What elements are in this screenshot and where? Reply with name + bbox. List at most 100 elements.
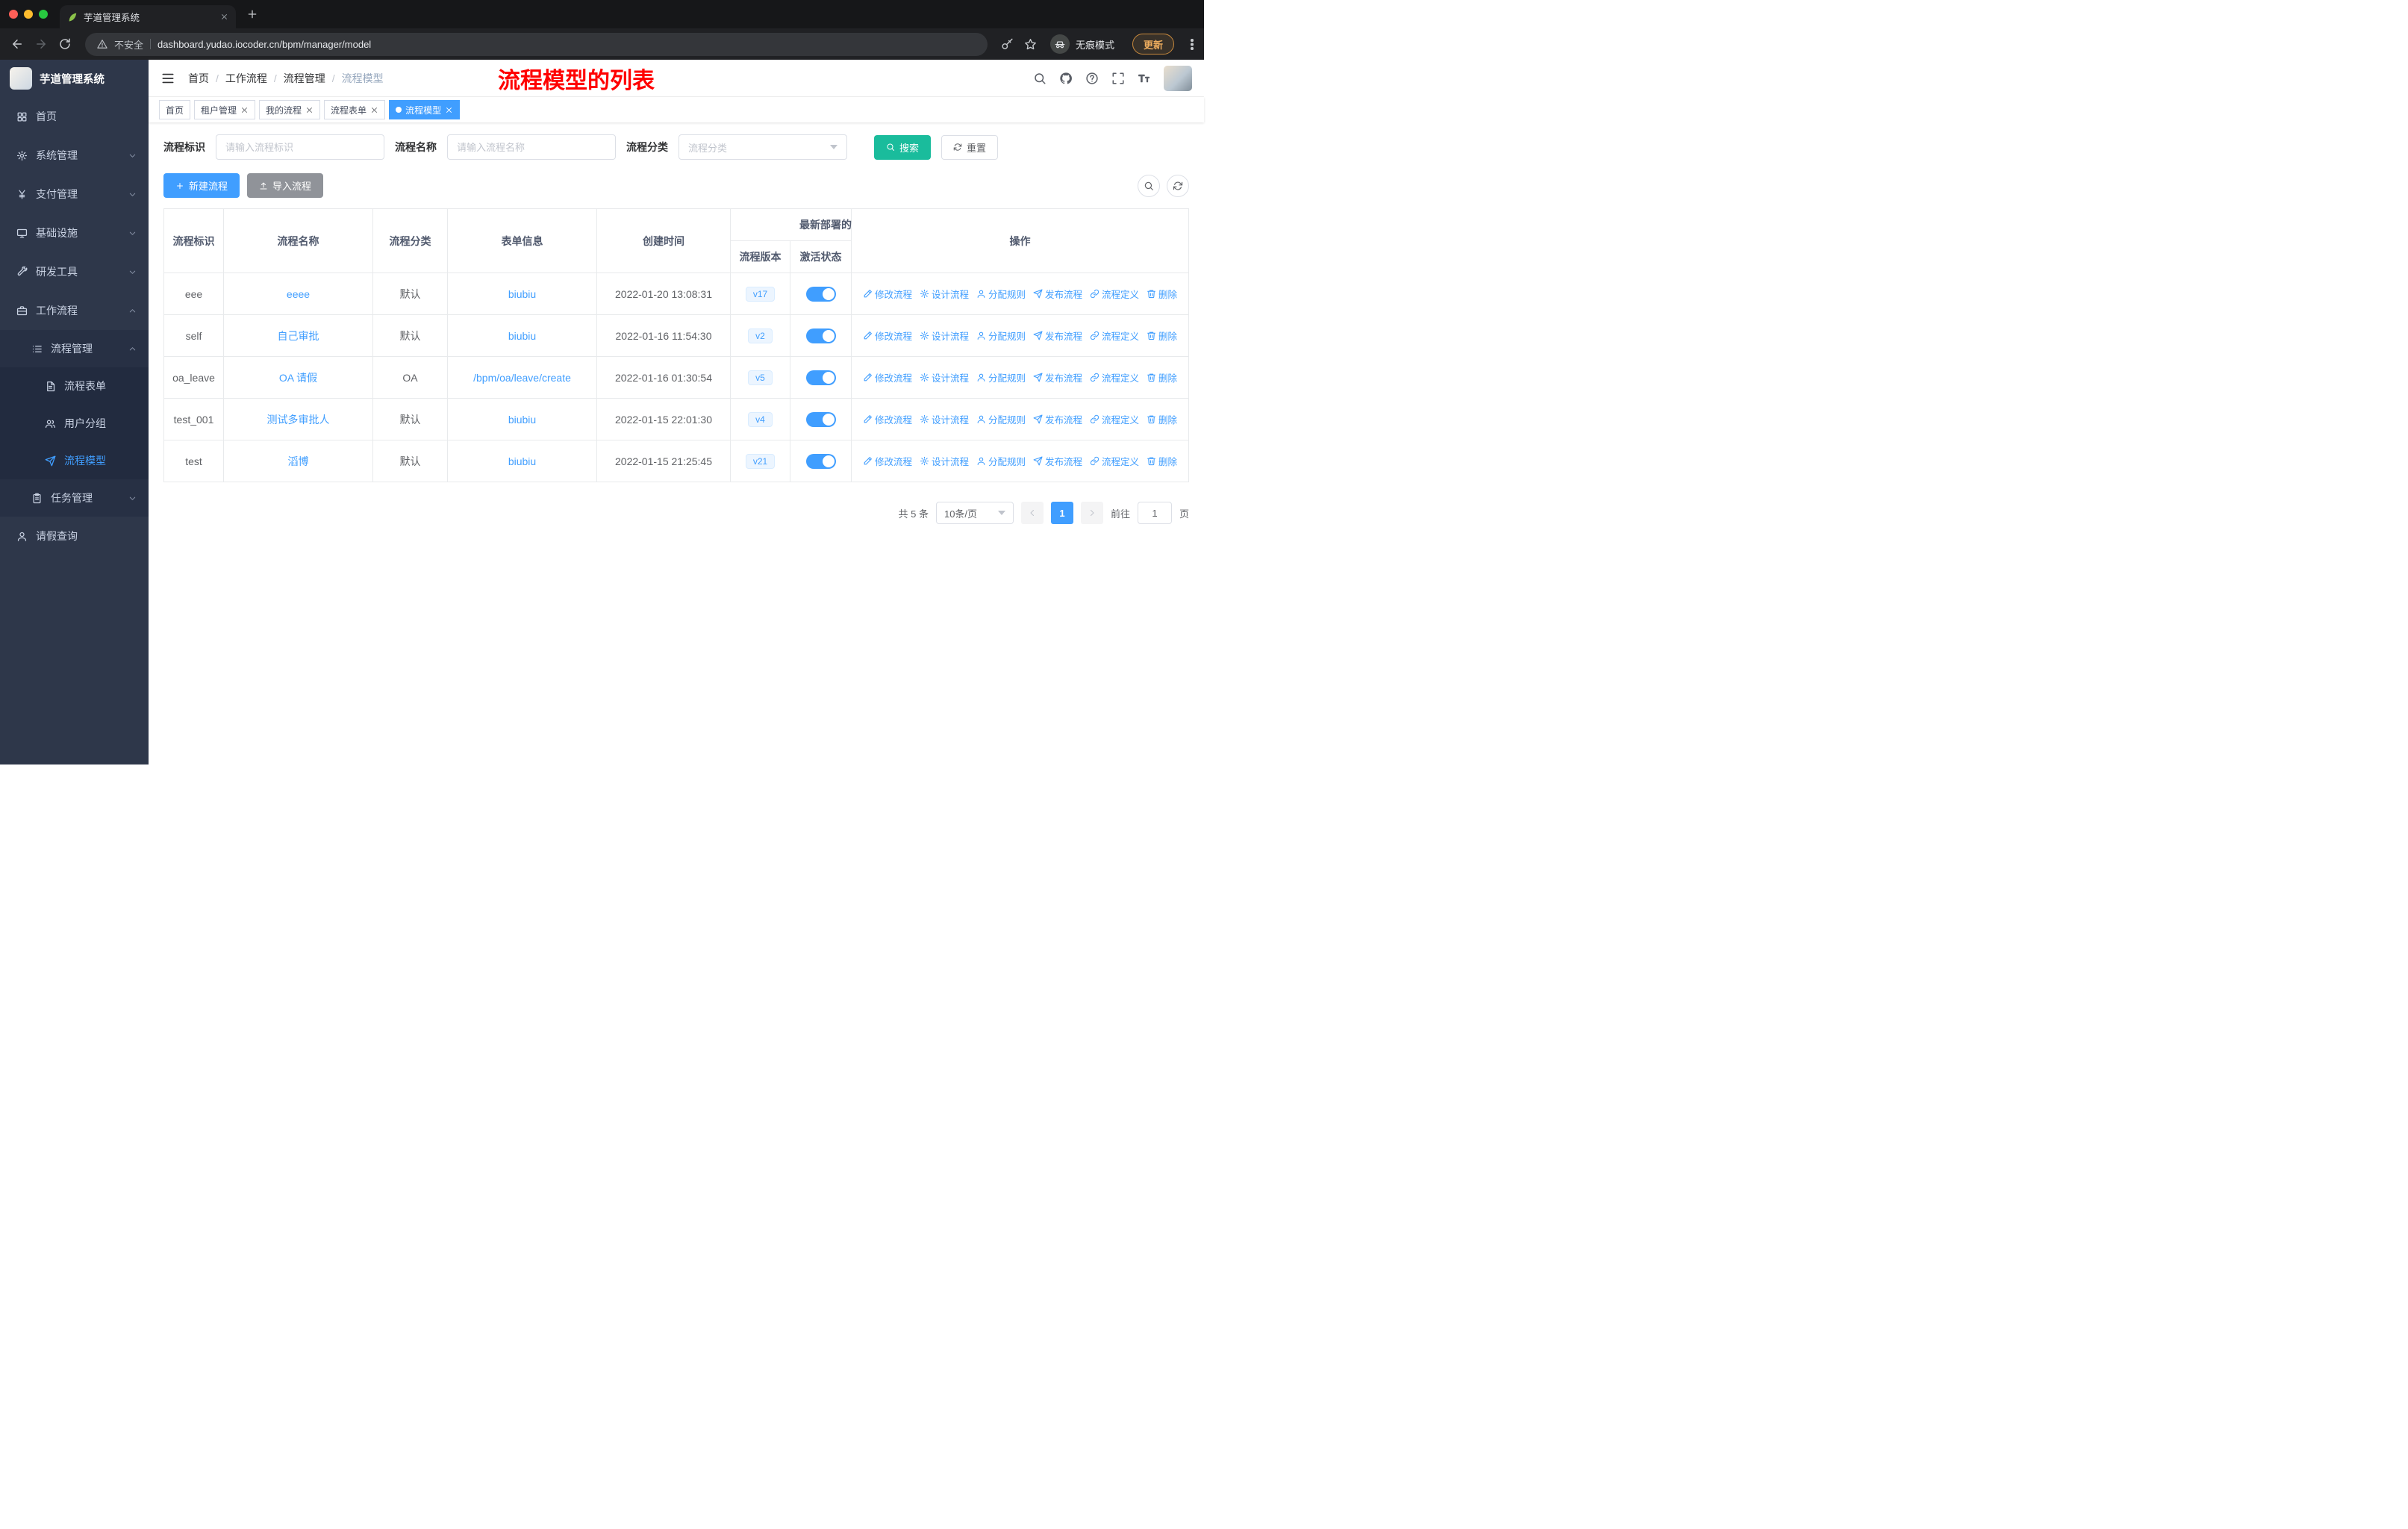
process-name-link[interactable]: eeee (287, 288, 310, 300)
sidebar-item-system[interactable]: 系统管理 (0, 136, 149, 175)
sidebar-item-process-form[interactable]: 流程表单 (0, 367, 149, 405)
action-delete[interactable]: 删除 (1147, 370, 1177, 384)
tag-home[interactable]: 首页 (159, 100, 191, 119)
create-process-button[interactable]: 新建流程 (163, 173, 240, 198)
github-icon[interactable] (1059, 72, 1073, 85)
action-assign-rule[interactable]: 分配规则 (976, 454, 1026, 468)
search-button[interactable]: 搜索 (874, 134, 932, 160)
page-1-button[interactable]: 1 (1050, 502, 1073, 524)
reload-icon[interactable] (58, 37, 72, 51)
sidebar-collapse-icon[interactable] (160, 71, 175, 86)
form-info-link[interactable]: /bpm/oa/leave/create (473, 372, 571, 384)
category-select[interactable]: 流程分类 (679, 134, 847, 160)
form-info-link[interactable]: biubiu (508, 455, 536, 467)
next-page-button[interactable] (1080, 502, 1103, 524)
tag-tenant[interactable]: 租户管理 (194, 100, 256, 119)
sidebar-item-process-mgmt[interactable]: 流程管理 (0, 330, 149, 367)
action-edit-process[interactable]: 修改流程 (863, 328, 912, 343)
action-design-process[interactable]: 设计流程 (920, 287, 969, 301)
window-minimize-button[interactable] (24, 10, 33, 19)
action-edit-process[interactable]: 修改流程 (863, 287, 912, 301)
sidebar-item-task-mgmt[interactable]: 任务管理 (0, 479, 149, 517)
action-edit-process[interactable]: 修改流程 (863, 370, 912, 384)
tag-my-process[interactable]: 我的流程 (259, 100, 321, 119)
action-publish-process[interactable]: 发布流程 (1033, 328, 1082, 343)
fullscreen-icon[interactable] (1111, 72, 1125, 85)
action-assign-rule[interactable]: 分配规则 (976, 412, 1026, 426)
close-icon[interactable] (305, 106, 314, 114)
action-design-process[interactable]: 设计流程 (920, 370, 969, 384)
tag-process-form[interactable]: 流程表单 (324, 100, 386, 119)
back-icon[interactable] (10, 37, 24, 51)
version-badge[interactable]: v2 (748, 328, 773, 343)
action-process-definition[interactable]: 流程定义 (1090, 328, 1139, 343)
action-design-process[interactable]: 设计流程 (920, 454, 969, 468)
form-info-link[interactable]: biubiu (508, 330, 536, 342)
process-name-link[interactable]: 测试多审批人 (267, 414, 330, 426)
tag-process-model[interactable]: 流程模型 (389, 100, 461, 119)
version-badge[interactable]: v5 (748, 370, 773, 385)
action-publish-process[interactable]: 发布流程 (1033, 287, 1082, 301)
user-avatar[interactable] (1164, 65, 1192, 91)
action-process-definition[interactable]: 流程定义 (1090, 454, 1139, 468)
sidebar-item-workflow[interactable]: 工作流程 (0, 291, 149, 330)
font-size-icon[interactable] (1138, 72, 1151, 85)
version-badge[interactable]: v17 (745, 286, 776, 302)
sidebar-item-process-model[interactable]: 流程模型 (0, 442, 149, 479)
action-assign-rule[interactable]: 分配规则 (976, 370, 1026, 384)
form-info-link[interactable]: biubiu (508, 414, 536, 426)
close-icon[interactable] (240, 106, 249, 114)
tab-close-icon[interactable] (220, 13, 228, 21)
sidebar-item-home[interactable]: 首页 (0, 97, 149, 136)
close-icon[interactable] (370, 106, 378, 114)
window-close-button[interactable] (9, 10, 18, 19)
action-delete[interactable]: 删除 (1147, 287, 1177, 301)
process-id-input[interactable] (216, 134, 384, 160)
reset-button[interactable]: 重置 (941, 134, 999, 160)
close-icon[interactable] (445, 106, 453, 114)
action-publish-process[interactable]: 发布流程 (1033, 454, 1082, 468)
action-edit-process[interactable]: 修改流程 (863, 412, 912, 426)
sidebar-item-infra[interactable]: 基础设施 (0, 214, 149, 252)
search-icon[interactable] (1033, 72, 1047, 85)
window-zoom-button[interactable] (39, 10, 48, 19)
refresh-table-button[interactable] (1167, 174, 1189, 197)
action-publish-process[interactable]: 发布流程 (1033, 370, 1082, 384)
action-process-definition[interactable]: 流程定义 (1090, 412, 1139, 426)
sidebar-item-leave-query[interactable]: 请假查询 (0, 517, 149, 555)
breadcrumb-item-workflow[interactable]: 工作流程 (225, 71, 267, 86)
browser-menu-icon[interactable] (1191, 38, 1194, 50)
form-info-link[interactable]: biubiu (508, 288, 536, 300)
page-size-select[interactable]: 10条/页 (935, 502, 1014, 524)
active-status-toggle[interactable] (805, 286, 836, 302)
action-edit-process[interactable]: 修改流程 (863, 454, 912, 468)
active-status-toggle[interactable] (805, 411, 836, 427)
action-delete[interactable]: 删除 (1147, 454, 1177, 468)
action-design-process[interactable]: 设计流程 (920, 412, 969, 426)
action-assign-rule[interactable]: 分配规则 (976, 287, 1026, 301)
address-bar[interactable]: 不安全 dashboard.yudao.iocoder.cn/bpm/manag… (85, 32, 988, 56)
prev-page-button[interactable] (1020, 502, 1044, 524)
process-name-link[interactable]: 自己审批 (278, 330, 319, 342)
import-process-button[interactable]: 导入流程 (247, 173, 324, 198)
active-status-toggle[interactable] (805, 328, 836, 343)
action-delete[interactable]: 删除 (1147, 412, 1177, 426)
breadcrumb-item-process-mgmt[interactable]: 流程管理 (284, 71, 325, 86)
process-name-link[interactable]: 滔博 (288, 455, 309, 467)
action-design-process[interactable]: 设计流程 (920, 328, 969, 343)
password-key-icon[interactable] (1001, 38, 1014, 51)
chrome-update-button[interactable]: 更新 (1132, 34, 1174, 55)
toggle-search-button[interactable] (1138, 174, 1160, 197)
action-delete[interactable]: 删除 (1147, 328, 1177, 343)
version-badge[interactable]: v4 (748, 411, 773, 427)
action-process-definition[interactable]: 流程定义 (1090, 287, 1139, 301)
sidebar-item-payment[interactable]: 支付管理 (0, 175, 149, 214)
bookmark-star-icon[interactable] (1024, 38, 1037, 51)
active-status-toggle[interactable] (805, 453, 836, 469)
action-publish-process[interactable]: 发布流程 (1033, 412, 1082, 426)
security-warning-icon[interactable] (97, 39, 107, 49)
forward-icon[interactable] (34, 37, 48, 51)
active-status-toggle[interactable] (805, 370, 836, 385)
process-name-input[interactable] (447, 134, 616, 160)
action-assign-rule[interactable]: 分配规则 (976, 328, 1026, 343)
